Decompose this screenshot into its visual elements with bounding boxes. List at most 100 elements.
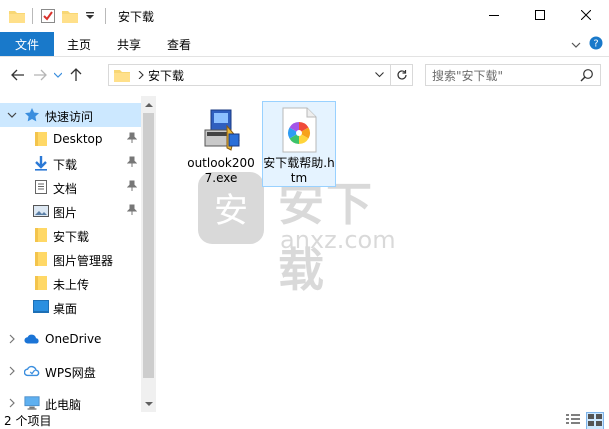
nav-quick-access[interactable]: 快速访问 [0,103,141,127]
nav-label: OneDrive [45,332,102,346]
chevron-down-icon[interactable] [6,109,18,121]
new-folder-icon[interactable] [61,7,79,25]
close-button[interactable] [563,0,609,30]
file-item-outlook-exe[interactable]: outlook2007.exe [184,102,258,188]
pin-icon[interactable] [126,180,138,195]
navigation-pane: 快速访问 Desktop 下载 文档 图片 安下载 图片管理器 未上传 桌面 O… [0,96,156,412]
chevron-down-icon [54,72,62,78]
refresh-icon [396,70,407,80]
nav-pictures[interactable]: 图片 [0,199,141,223]
tab-view[interactable]: 查看 [154,32,204,56]
search-icon[interactable] [580,68,594,85]
search-input[interactable]: 搜索"安下载" [425,64,601,86]
file-name: 安下载帮助.htm [263,156,335,185]
nav-label: 此电脑 [45,398,82,412]
cloud-icon [24,331,40,347]
address-dropdown-icon[interactable] [372,68,386,82]
picture-icon [33,203,49,219]
properties-check-icon[interactable] [39,7,57,25]
breadcrumb-current[interactable]: 安下载 [148,67,184,84]
svg-text:?: ? [593,39,598,50]
back-arrow-icon [11,69,24,81]
expand-ribbon-icon[interactable] [571,38,581,52]
nav-label: 图片 [53,206,78,220]
nav-label: 下载 [53,158,78,172]
address-bar[interactable]: 安下载 [108,64,413,86]
details-view-icon[interactable] [565,413,581,429]
toolbar-divider [105,8,106,24]
address-row: 安下载 搜索"安下载" [0,58,609,92]
status-bar: 2 个项目 [0,412,609,429]
quick-access-toolbar [0,0,112,32]
nav-label: Desktop [53,132,103,146]
maximize-button[interactable] [517,0,563,30]
desktop-icon [33,299,49,315]
file-name: outlook2007.exe [187,156,255,185]
tab-share[interactable]: 共享 [104,32,154,56]
htm-file-icon [275,106,323,154]
nav-label: 文档 [53,182,78,196]
help-icon[interactable]: ? [589,36,603,53]
search-placeholder: 搜索"安下载" [432,68,504,83]
nav-desktop-cn[interactable]: 桌面 [0,295,141,319]
nav-label: 快速访问 [45,110,94,124]
folder-icon [33,275,49,291]
pin-icon[interactable] [126,132,138,147]
star-icon [24,107,40,123]
navpane-scrollbar[interactable] [141,96,156,412]
folder-icon [33,227,49,243]
nav-label: 桌面 [53,302,78,316]
view-buttons [565,412,604,429]
back-button[interactable] [7,63,29,87]
tab-file[interactable]: 文件 [0,32,55,56]
up-button[interactable] [65,63,87,87]
up-arrow-icon [70,68,82,81]
installer-icon [197,106,245,154]
item-count: 2 个项目 [4,414,52,428]
chevron-right-icon[interactable] [138,71,144,79]
window-title: 安下载 [118,9,155,24]
nav-desktop[interactable]: Desktop [0,127,141,151]
tab-home[interactable]: 主页 [54,32,104,56]
toolbar-divider [32,8,33,24]
chevron-right-icon[interactable] [6,333,18,345]
folder-icon [33,251,49,267]
nav-this-pc[interactable]: 此电脑 [0,391,141,412]
pin-icon[interactable] [126,156,138,171]
document-icon [33,179,49,195]
nav-not-uploaded[interactable]: 未上传 [0,271,141,295]
folder-icon [33,131,49,147]
large-icons-view-icon[interactable] [586,412,604,429]
forward-arrow-icon [34,69,47,81]
ribbon-extras: ? [571,32,603,57]
refresh-button[interactable] [390,65,412,85]
nav-wps-cloud[interactable]: WPS网盘 [0,359,141,383]
nav-label: 未上传 [53,278,90,292]
minimize-icon [489,15,499,16]
folder-icon [114,68,130,82]
nav-documents[interactable]: 文档 [0,175,141,199]
maximize-icon [535,10,545,20]
nav-downloads[interactable]: 下载 [0,151,141,175]
file-list[interactable]: 安 安下载 anxz.com outlook2007.exe 安下载帮助.htm [158,96,609,412]
chevron-right-icon[interactable] [6,397,18,409]
nav-label: 图片管理器 [53,254,114,268]
computer-icon [24,395,40,411]
title-bar: 安下载 [0,0,609,32]
folder-icon [8,7,26,25]
nav-picture-manager[interactable]: 图片管理器 [0,247,141,271]
pin-icon[interactable] [126,204,138,219]
nav-anxz-folder[interactable]: 安下载 [0,223,141,247]
recent-locations-button[interactable] [51,63,65,87]
minimize-button[interactable] [471,0,517,30]
file-item-help-htm[interactable]: 安下载帮助.htm [262,101,336,187]
scroll-down-icon[interactable] [141,396,156,412]
window-controls [471,0,609,30]
close-icon [581,10,591,20]
customize-dropdown-icon[interactable] [81,7,99,25]
chevron-right-icon[interactable] [6,365,18,377]
scrollbar-thumb[interactable] [143,113,154,378]
forward-button[interactable] [29,63,51,87]
scroll-up-icon[interactable] [141,96,156,112]
nav-onedrive[interactable]: OneDrive [0,327,141,351]
